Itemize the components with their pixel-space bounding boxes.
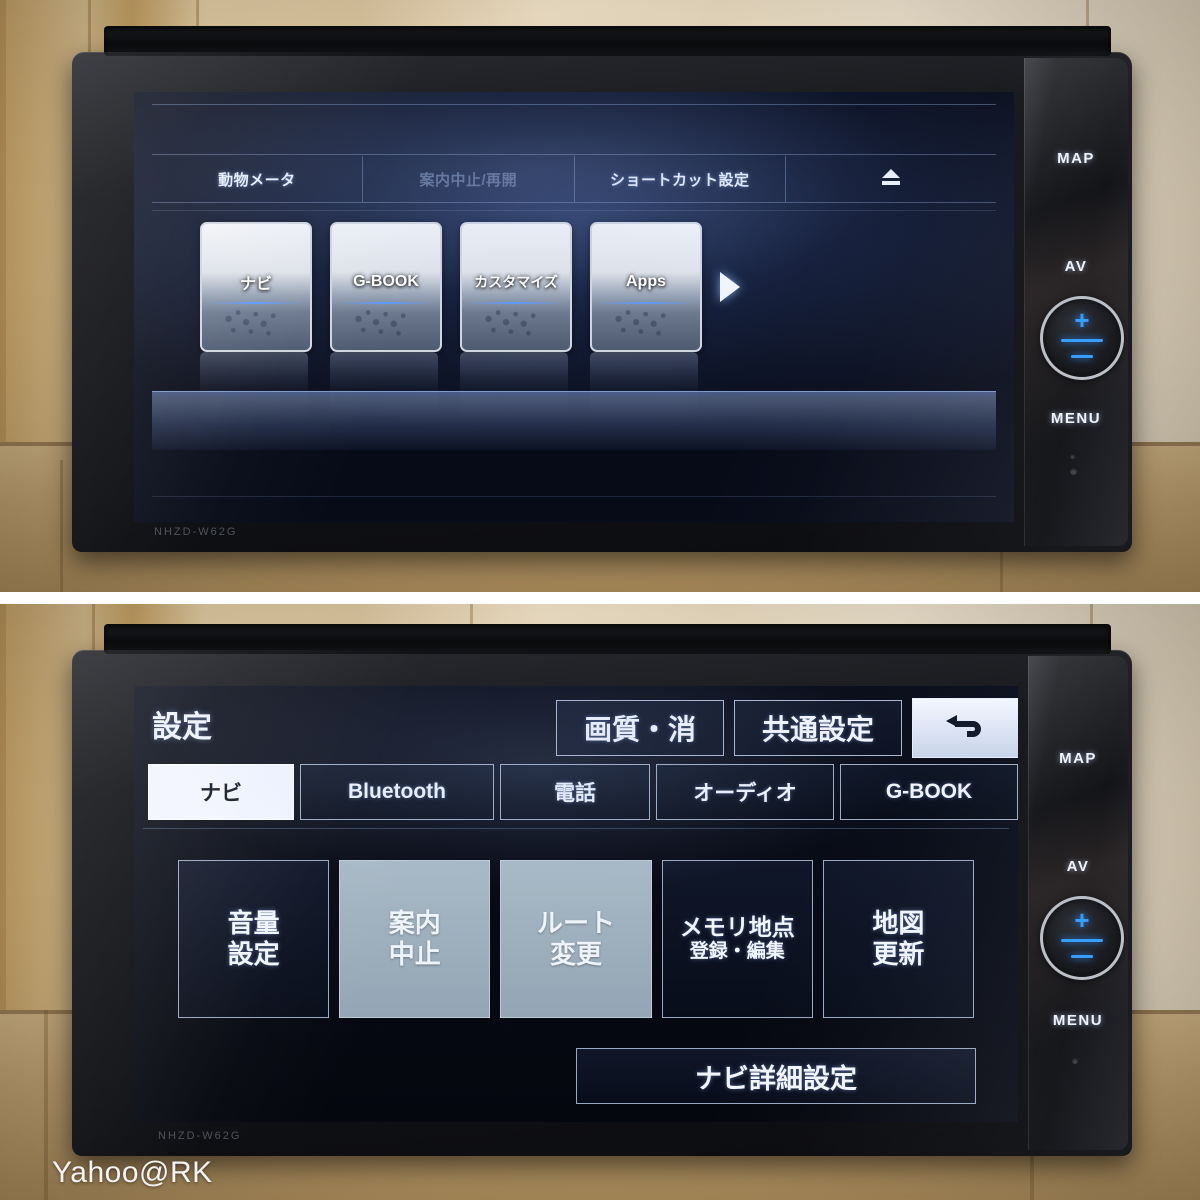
button-line-2: 設定 — [227, 939, 280, 969]
button-line-2: 更新 — [872, 939, 925, 969]
topbar-item-eject[interactable] — [786, 169, 996, 189]
tile-label: Apps — [626, 272, 666, 290]
tile-wrap: カスタマイズ — [460, 222, 572, 438]
top-shortcut-bar: 動物メータ 案内中止/再開 ショートカット設定 — [152, 156, 997, 202]
map-button[interactable]: MAP — [1028, 750, 1128, 767]
app-tile-gbook[interactable]: G-BOOK — [330, 222, 442, 352]
navigation-head-unit: 設定 画質・消 共通設定 ナビ Bluetooth 電話 オーディオ G-BOO… — [72, 624, 1132, 1156]
disc-slot — [103, 624, 1111, 654]
tab-navi[interactable]: ナビ — [148, 764, 294, 820]
tile-wrap: Apps — [590, 222, 702, 438]
navi-detailed-settings-button[interactable]: ナビ詳細設定 — [576, 1048, 976, 1104]
back-icon — [946, 715, 981, 737]
button-line-2: 変更 — [550, 939, 603, 969]
button-line-1: ルート — [537, 908, 616, 939]
back-button[interactable] — [912, 698, 1018, 758]
tile-label: G-BOOK — [353, 272, 419, 290]
tile-wrap: G-BOOK — [330, 222, 442, 438]
common-settings-button[interactable]: 共通設定 — [734, 700, 902, 756]
knob-indicator-line — [1061, 339, 1103, 342]
eject-icon — [880, 169, 902, 185]
divider — [151, 210, 997, 211]
topbar-item-animal-meter[interactable]: 動物メータ — [152, 169, 362, 190]
disc-slot — [103, 26, 1111, 56]
model-label: NHZD-W62G — [158, 1130, 242, 1142]
tile-label: カスタマイズ — [474, 273, 558, 290]
watermark: Yahoo@RK — [52, 1156, 213, 1189]
settings-tab-bar: ナビ Bluetooth 電話 オーディオ G-BOOK — [148, 764, 1018, 820]
reset-hole — [1072, 1058, 1078, 1064]
volume-minus-label — [1071, 355, 1093, 358]
tab-bluetooth[interactable]: Bluetooth — [300, 764, 494, 820]
hardware-button-column: MAP AV + MENU — [1024, 58, 1128, 546]
snowflake-decor-icon — [354, 309, 406, 336]
volume-plus-label: + — [1074, 905, 1090, 935]
navigation-head-unit: 動物メータ 案内中止/再開 ショートカット設定 ナビ G-BOOK カスタマイズ… — [72, 26, 1132, 552]
divider — [151, 496, 997, 497]
photo-top-home-screen: 動物メータ 案内中止/再開 ショートカット設定 ナビ G-BOOK カスタマイズ… — [0, 0, 1200, 592]
photo-stack: 動物メータ 案内中止/再開 ショートカット設定 ナビ G-BOOK カスタマイズ… — [0, 0, 1200, 1200]
button-line-2: 登録・編集 — [689, 941, 785, 963]
menu-button[interactable]: MENU — [1024, 410, 1128, 427]
menu-button-stop-guidance[interactable]: 案内 中止 — [339, 860, 491, 1018]
button-line-2: 中止 — [388, 939, 441, 969]
topbar-item-shortcut-settings[interactable]: ショートカット設定 — [575, 169, 785, 190]
volume-knob[interactable]: + — [1040, 296, 1124, 380]
tab-audio[interactable]: オーディオ — [656, 764, 834, 820]
divider — [151, 202, 997, 203]
map-button[interactable]: MAP — [1024, 150, 1128, 167]
snowflake-decor-icon — [224, 309, 276, 336]
volume-minus-label — [1071, 955, 1093, 958]
button-line-1: 案内 — [388, 908, 441, 939]
model-label: NHZD-W62G — [154, 526, 238, 538]
button-line-1: メモリ地点 — [679, 914, 795, 941]
app-tile-row: ナビ G-BOOK カスタマイズ Apps — [200, 222, 740, 438]
menu-button-memory-points[interactable]: メモリ地点 登録・編集 — [661, 860, 813, 1018]
hardware-button-column: MAP AV + MENU — [1028, 656, 1128, 1150]
microphone-hole — [1070, 454, 1075, 459]
av-button[interactable]: AV — [1028, 858, 1128, 875]
topbar-item-guidance-stop-resume[interactable]: 案内中止/再開 — [363, 169, 573, 190]
divider — [151, 154, 997, 155]
reset-hole — [1070, 468, 1077, 475]
menu-button-volume-settings[interactable]: 音量 設定 — [178, 860, 330, 1018]
page-title: 設定 — [152, 711, 212, 744]
divider — [142, 828, 1010, 829]
menu-button-map-update[interactable]: 地図 更新 — [822, 860, 975, 1018]
image-quality-button[interactable]: 画質・消 — [556, 700, 724, 756]
button-line-1: 音量 — [227, 908, 280, 939]
volume-knob[interactable]: + — [1040, 896, 1124, 980]
app-tile-apps[interactable]: Apps — [590, 222, 702, 352]
next-page-arrow-icon[interactable] — [720, 272, 740, 302]
volume-plus-label: + — [1074, 305, 1090, 335]
button-line-1: 地図 — [872, 908, 925, 939]
photo-bottom-settings-screen: 設定 画質・消 共通設定 ナビ Bluetooth 電話 オーディオ G-BOO… — [0, 604, 1200, 1200]
app-tile-customize[interactable]: カスタマイズ — [460, 222, 572, 352]
knob-indicator-line — [1061, 939, 1103, 942]
snowflake-decor-icon — [484, 309, 536, 336]
menu-button[interactable]: MENU — [1028, 1012, 1128, 1029]
snowflake-decor-icon — [614, 309, 666, 336]
tile-wrap: ナビ — [200, 222, 312, 438]
tab-gbook[interactable]: G-BOOK — [840, 764, 1018, 820]
screen-gloss-band — [151, 392, 997, 450]
lcd-screen-home: 動物メータ 案内中止/再開 ショートカット設定 ナビ G-BOOK カスタマイズ… — [134, 92, 1014, 522]
tab-phone[interactable]: 電話 — [500, 764, 650, 820]
app-tile-navi[interactable]: ナビ — [200, 222, 312, 352]
av-button[interactable]: AV — [1024, 258, 1128, 275]
menu-button-change-route[interactable]: ルート 変更 — [500, 860, 652, 1018]
tile-label: ナビ — [239, 275, 272, 293]
lcd-screen-settings: 設定 画質・消 共通設定 ナビ Bluetooth 電話 オーディオ G-BOO… — [134, 686, 1018, 1122]
divider — [151, 104, 997, 105]
settings-menu-grid: 音量 設定 案内 中止 ルート 変更 メモリ地点 登録・編集 地図 更新 — [178, 860, 975, 1018]
